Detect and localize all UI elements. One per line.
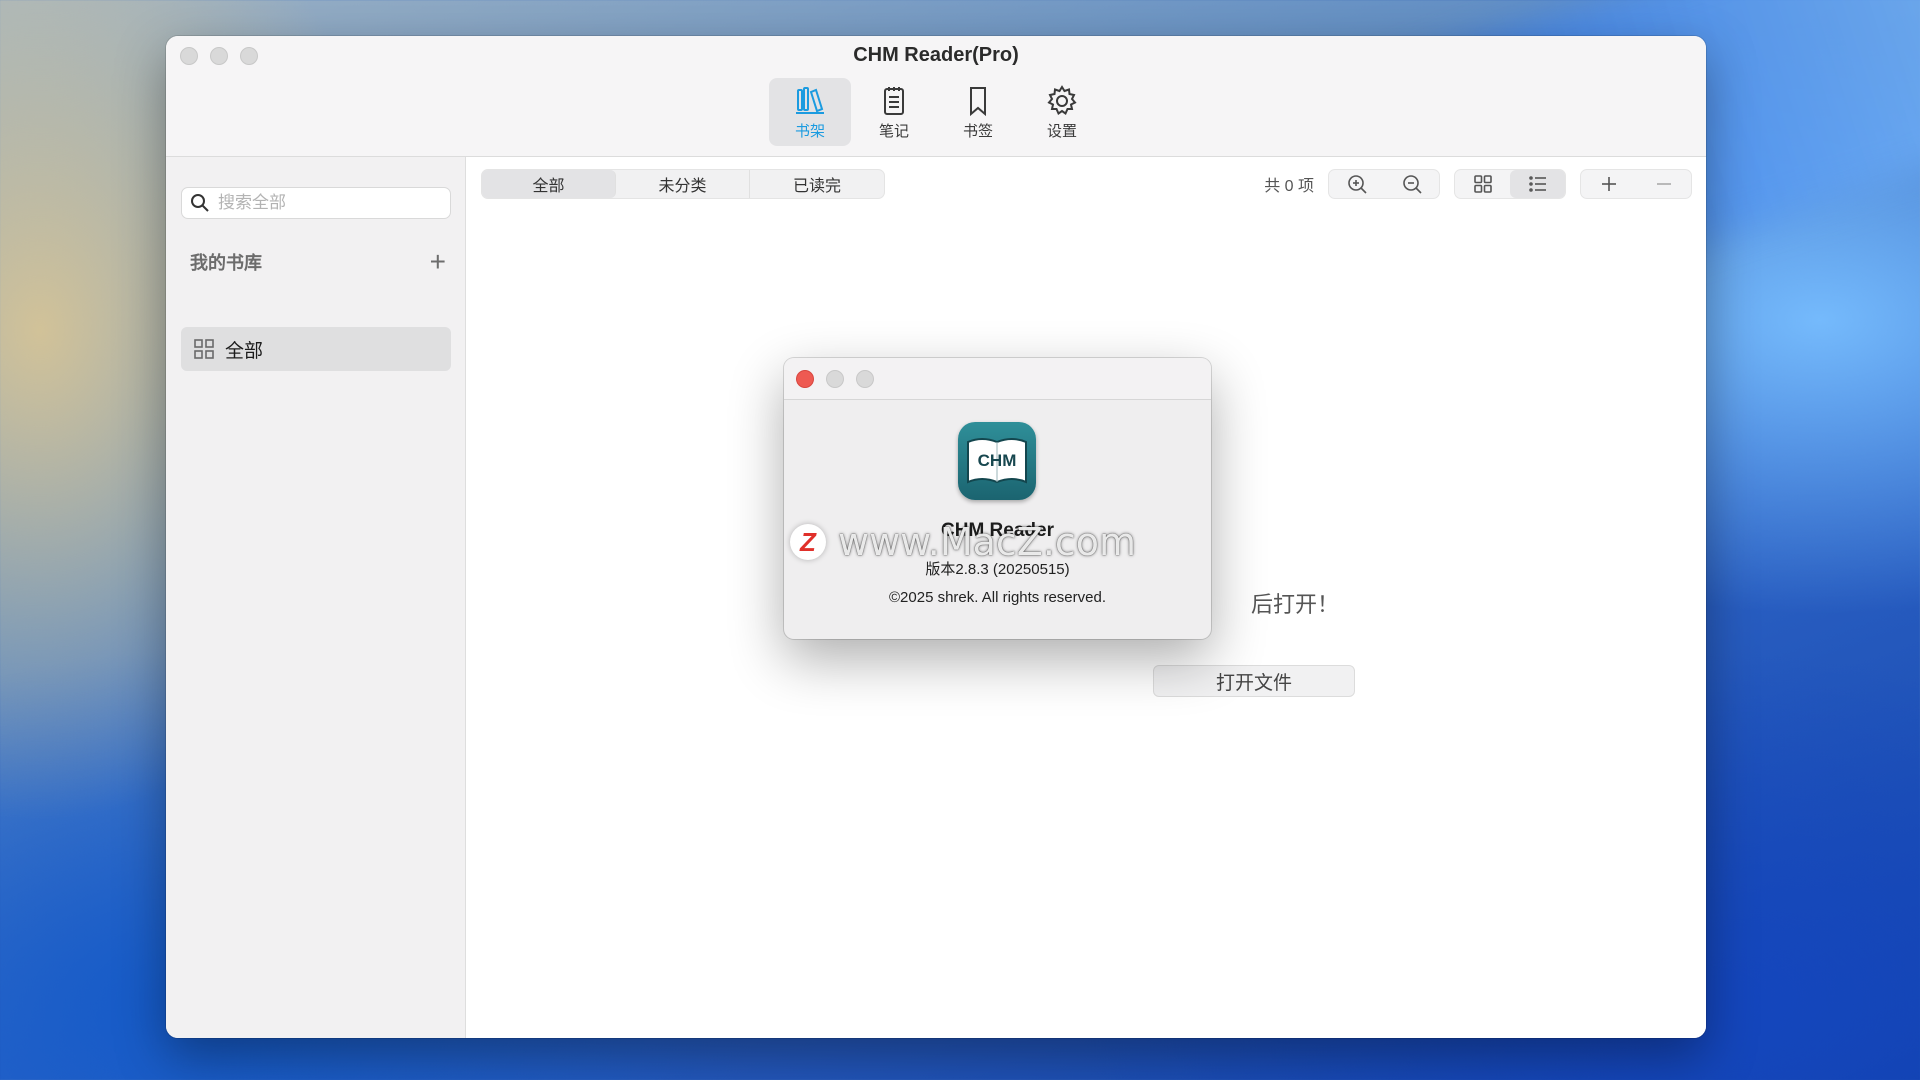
toolbar-settings-label: 设置	[1046, 122, 1077, 140]
bookshelf-icon	[796, 86, 824, 114]
list-view-icon	[1528, 176, 1546, 192]
library-title: 我的书库	[190, 253, 262, 273]
toolbar-bookshelf[interactable]: 书架	[769, 78, 851, 146]
library-header: 我的书库 +	[190, 248, 446, 276]
toolbar-bookshelf-label: 书架	[794, 122, 825, 140]
remove-book-button[interactable]	[1636, 170, 1691, 198]
app-icon-text: CHM	[978, 451, 1017, 470]
search-field[interactable]	[181, 187, 451, 219]
view-controls: 共 0 项	[1264, 169, 1692, 199]
tab-uncategorized[interactable]: 未分类	[616, 170, 750, 198]
window-title: CHM Reader(Pro)	[853, 44, 1019, 66]
about-close-button[interactable]	[796, 370, 814, 388]
titlebar: CHM Reader(Pro) 书架 笔记 书签 设置	[166, 36, 1706, 157]
app-icon: CHM	[958, 422, 1036, 500]
about-dialog: CHM CHM Reader 版本2.8.3 (20250515) ©2025 …	[784, 358, 1211, 639]
main-toolbar: 书架 笔记 书签 设置	[166, 78, 1706, 146]
zoom-out-icon	[1402, 175, 1422, 194]
about-zoom-button[interactable]	[856, 370, 874, 388]
search-icon	[191, 194, 209, 212]
toolbar-notes-label: 笔记	[878, 122, 909, 140]
grid-view-icon	[1473, 175, 1492, 193]
toolbar-bookmarks[interactable]: 书签	[937, 78, 1019, 146]
add-remove-group	[1580, 169, 1692, 199]
item-count: 共 0 项	[1264, 178, 1314, 195]
toolbar-settings[interactable]: 设置	[1021, 78, 1103, 146]
gear-icon	[1047, 84, 1077, 115]
filter-tabs: 全部 未分类 已读完	[481, 169, 885, 199]
grid-view-button[interactable]	[1455, 170, 1510, 198]
toolbar-bookmarks-label: 书签	[962, 122, 993, 140]
about-window-controls	[796, 370, 874, 388]
watermark: Z www.MacZ.com	[790, 520, 1136, 564]
sidebar: 我的书库 + 全部	[166, 157, 466, 1038]
minus-icon	[1656, 183, 1671, 185]
watermark-text: www.MacZ.com	[838, 520, 1137, 564]
toolbar-notes[interactable]: 笔记	[853, 78, 935, 146]
list-view-button[interactable]	[1510, 170, 1565, 198]
about-minimize-button[interactable]	[826, 370, 844, 388]
layout-group	[1454, 169, 1566, 199]
open-book-icon: CHM	[967, 438, 1027, 484]
add-library-button[interactable]: +	[430, 248, 446, 276]
tab-finished[interactable]: 已读完	[750, 170, 884, 198]
search-input[interactable]	[218, 193, 438, 213]
zoom-in-icon	[1347, 175, 1367, 194]
about-titlebar	[784, 358, 1211, 400]
sidebar-item-all[interactable]: 全部	[181, 327, 451, 371]
watermark-logo: Z	[790, 524, 826, 560]
zoom-in-button[interactable]	[1329, 170, 1384, 198]
zoom-group	[1328, 169, 1440, 199]
add-book-button[interactable]	[1581, 170, 1636, 198]
notes-icon	[884, 86, 904, 115]
plus-icon	[1601, 177, 1616, 191]
tab-all[interactable]: 全部	[482, 170, 616, 198]
app-copyright: ©2025 shrek. All rights reserved.	[889, 589, 1106, 606]
zoom-out-button[interactable]	[1384, 170, 1439, 198]
bookmark-icon	[970, 86, 986, 116]
sidebar-item-label: 全部	[225, 340, 264, 362]
empty-state-message: 后打开！	[1251, 592, 1340, 617]
grid-icon	[194, 339, 214, 359]
open-file-button[interactable]: 打开文件	[1153, 665, 1355, 697]
